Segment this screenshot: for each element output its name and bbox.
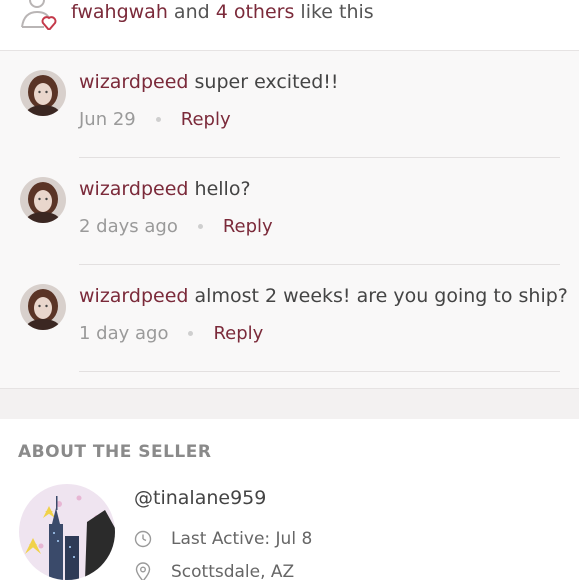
seller-avatar[interactable] bbox=[19, 484, 115, 580]
seller-handle[interactable]: @tinalane959 bbox=[134, 487, 266, 509]
comment-body: almost 2 weeks! are you going to ship? bbox=[194, 285, 568, 307]
comment-time: 1 day ago bbox=[79, 323, 169, 344]
comment-username[interactable]: wizardpeed bbox=[79, 71, 188, 93]
comment-username[interactable]: wizardpeed bbox=[79, 178, 188, 200]
comment-meta: 2 days ago Reply bbox=[79, 216, 273, 237]
like-user-link[interactable]: fwahgwah bbox=[71, 1, 168, 23]
comment-time: 2 days ago bbox=[79, 216, 178, 237]
comment-meta: Jun 29 Reply bbox=[79, 109, 231, 130]
last-active-row: Last Active: Jul 8 bbox=[134, 529, 312, 549]
likes-others-link[interactable]: 4 others bbox=[216, 1, 295, 23]
comment-meta: 1 day ago Reply bbox=[79, 323, 263, 344]
reply-link[interactable]: Reply bbox=[213, 323, 263, 344]
last-active-text: Last Active: Jul 8 bbox=[171, 529, 313, 549]
comment-time: Jun 29 bbox=[79, 109, 136, 130]
avatar[interactable] bbox=[20, 177, 66, 223]
comment-body: super excited!! bbox=[194, 71, 339, 93]
clock-icon bbox=[134, 530, 152, 548]
section-gap bbox=[0, 389, 579, 419]
listing-page: fwahgwah and 4 others like this wizardpe… bbox=[0, 0, 579, 580]
heart-user-icon bbox=[18, 0, 62, 34]
comment-username[interactable]: wizardpeed bbox=[79, 285, 188, 307]
location-text: Scottsdale, AZ bbox=[171, 562, 295, 580]
comment-text: wizardpeed super excited!! bbox=[79, 71, 339, 93]
likes-bar: fwahgwah and 4 others like this bbox=[0, 0, 579, 51]
likes-suffix-text: like this bbox=[300, 1, 374, 23]
separator-dot bbox=[188, 331, 194, 336]
reply-link[interactable]: Reply bbox=[181, 109, 231, 130]
location-row: Scottsdale, AZ bbox=[134, 562, 294, 580]
location-pin-icon bbox=[135, 562, 151, 580]
comment-body: hello? bbox=[194, 178, 251, 200]
separator-dot bbox=[197, 224, 203, 229]
likes-and-text: and bbox=[173, 1, 210, 23]
likes-summary: fwahgwah and 4 others like this bbox=[71, 1, 374, 23]
comment-text: wizardpeed almost 2 weeks! are you going… bbox=[79, 285, 568, 307]
avatar[interactable] bbox=[20, 70, 66, 116]
separator-dot bbox=[155, 117, 161, 122]
comments-section: wizardpeed super excited!! Jun 29 Reply bbox=[0, 51, 579, 389]
comment-item: wizardpeed hello? 2 days ago Reply bbox=[0, 158, 579, 265]
comment-item: wizardpeed almost 2 weeks! are you going… bbox=[0, 265, 579, 372]
avatar[interactable] bbox=[20, 284, 66, 330]
reply-link[interactable]: Reply bbox=[223, 216, 273, 237]
section-heading: ABOUT THE SELLER bbox=[18, 442, 212, 462]
divider bbox=[79, 371, 560, 372]
comment-text: wizardpeed hello? bbox=[79, 178, 251, 200]
comment-item: wizardpeed super excited!! Jun 29 Reply bbox=[0, 51, 579, 158]
about-seller-section: ABOUT THE SELLER @tinalane959 Last Activ… bbox=[0, 419, 579, 580]
